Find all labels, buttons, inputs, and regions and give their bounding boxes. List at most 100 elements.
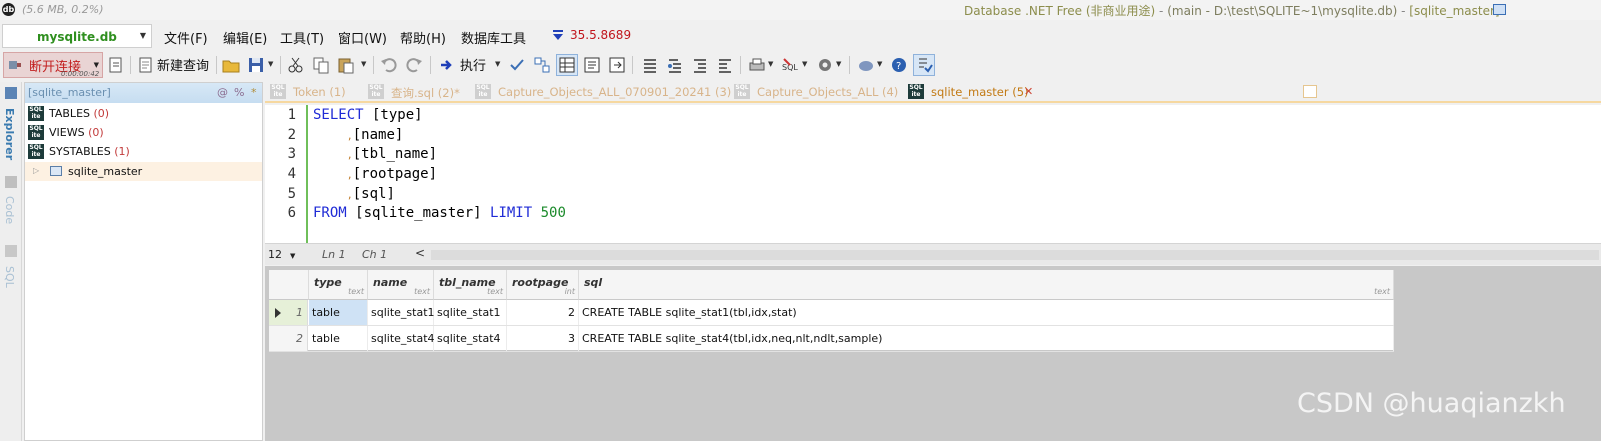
sql-tools-icon[interactable]: SQL [780, 55, 800, 75]
column-header-type[interactable]: type text [309, 270, 368, 300]
cell-name[interactable]: sqlite_stat1 [368, 300, 435, 325]
tab-capture-objects-all[interactable]: SQL ite Capture_Objects_ALL (4) [734, 84, 904, 103]
tab-code[interactable]: Code [3, 196, 16, 224]
cell-rootpage[interactable]: 3 [507, 326, 579, 351]
row-header-corner [269, 270, 309, 300]
save-icon[interactable] [246, 55, 266, 75]
tree-item-tables[interactable]: SQL ite TABLES (0) [25, 104, 262, 123]
list-icon[interactable] [640, 55, 660, 75]
app-logo-icon: db [2, 3, 15, 16]
table-row[interactable]: 2 table sqlite_stat4 sqlite_stat4 3 CREA… [269, 326, 1394, 352]
menu-db-tools[interactable]: 数据库工具 [461, 28, 526, 47]
tab-capture-objects-all-070901[interactable]: SQL ite Capture_Objects_ALL_070901_20241 … [475, 84, 731, 103]
column-header-rootpage[interactable]: rootpage int [507, 270, 579, 300]
chevron-down-icon[interactable]: ▼ [495, 60, 500, 68]
check-syntax-icon[interactable] [507, 55, 527, 75]
cloud-icon[interactable] [856, 55, 876, 75]
execute-arrow-icon[interactable] [437, 55, 457, 75]
column-header-name[interactable]: name text [368, 270, 434, 300]
cell-type[interactable]: table [309, 326, 368, 351]
tree-item-views[interactable]: SQL ite VIEWS (0) [25, 123, 262, 142]
help-icon[interactable]: ? [889, 55, 909, 75]
scroll-left-icon[interactable]: < [415, 246, 425, 260]
horizontal-scrollbar[interactable] [431, 250, 1599, 260]
column-type: text [348, 287, 364, 296]
sql-file-icon: SQL ite [270, 84, 286, 99]
tab-explorer[interactable]: Explorer [3, 108, 16, 160]
indent-icon[interactable] [690, 55, 710, 75]
code-line: FROM [sqlite_master] LIMIT 500 [313, 205, 566, 221]
export-icon[interactable] [607, 55, 627, 75]
chevron-down-icon[interactable]: ▼ [802, 60, 807, 68]
chevron-down-icon[interactable]: ▼ [877, 60, 882, 68]
chevron-down-icon: ▼ [139, 31, 146, 40]
execute-button[interactable]: 执行 [460, 55, 486, 74]
cell-tbl-name[interactable]: sqlite_stat4 [434, 326, 507, 351]
tab-sqlite-master[interactable]: SQL ite sqlite_master (5) ✕ [908, 84, 1034, 103]
version-label[interactable]: 35.5.8689 [570, 28, 631, 42]
font-size-select[interactable]: 12 ▼ [268, 248, 295, 261]
auto-complete-icon[interactable] [913, 54, 935, 76]
column-type: text [414, 287, 430, 296]
menu-help[interactable]: 帮助(H) [400, 28, 446, 47]
explain-plan-icon[interactable] [532, 55, 552, 75]
tree-item-sqlite-master[interactable]: ▷ sqlite_master [25, 162, 262, 181]
undo-icon[interactable] [379, 55, 399, 75]
chevron-down-icon[interactable]: ▼ [768, 60, 773, 68]
chevron-down-icon[interactable]: ▼ [268, 60, 273, 68]
comment-icon[interactable] [665, 55, 685, 75]
sqlite-icon: SQL ite [28, 144, 44, 159]
redo-icon[interactable] [404, 55, 424, 75]
column-header-sql[interactable]: sql text [579, 270, 1394, 300]
window-restore-icon[interactable] [1493, 4, 1506, 15]
cell-name[interactable]: sqlite_stat4 [368, 326, 435, 351]
tree-item-systables[interactable]: SQL ite SYSTABLES (1) [25, 142, 262, 161]
column-name: type [314, 276, 342, 289]
new-query-icon[interactable] [136, 55, 156, 75]
new-query-button[interactable]: 新建查询 [157, 55, 209, 74]
chevron-down-icon[interactable]: ▼ [94, 61, 99, 69]
filter-percent-button[interactable]: % [234, 86, 244, 99]
cell-rootpage[interactable]: 2 [507, 300, 579, 325]
title-separator: - [1155, 4, 1168, 18]
chevron-down-icon[interactable]: ▼ [361, 60, 366, 68]
tab-query-sql[interactable]: SQL ite 查询.sql (2)* [368, 84, 468, 103]
chevron-down-icon[interactable]: ▼ [836, 60, 841, 68]
cell-type[interactable]: table [309, 300, 368, 325]
filter-star-button[interactable]: * [251, 86, 257, 99]
column-type: text [487, 287, 503, 296]
refresh-icon[interactable] [106, 55, 126, 75]
row-header[interactable]: 1 [269, 300, 308, 325]
row-header[interactable]: 2 [269, 326, 308, 351]
paste-icon[interactable] [336, 55, 356, 75]
outdent-icon[interactable] [715, 55, 735, 75]
grid-view-icon[interactable] [556, 54, 578, 76]
table-row[interactable]: 1 table sqlite_stat1 sqlite_stat1 2 CREA… [269, 300, 1394, 326]
cell-sql[interactable]: CREATE TABLE sqlite_stat1(tbl,idx,stat) [579, 300, 1394, 325]
menu-tools[interactable]: 工具(T) [280, 28, 324, 47]
copy-icon[interactable] [311, 55, 331, 75]
menu-file[interactable]: 文件(F) [164, 28, 208, 47]
table-icon [50, 166, 62, 176]
new-tab-button[interactable] [1303, 85, 1317, 98]
cut-icon[interactable] [286, 55, 306, 75]
open-folder-icon[interactable] [221, 55, 241, 75]
download-arrow-icon[interactable] [552, 29, 564, 41]
disconnect-button[interactable]: 断开连接 0:00:00:42 ▼ [3, 52, 103, 78]
menu-window[interactable]: 窗口(W) [338, 28, 387, 47]
menu-edit[interactable]: 编辑(E) [223, 28, 267, 47]
database-select[interactable]: mysqlite.db ▼ [2, 24, 152, 48]
print-icon[interactable] [747, 55, 767, 75]
gear-icon[interactable] [815, 55, 835, 75]
cell-tbl-name[interactable]: sqlite_stat1 [434, 300, 507, 325]
sql-editor[interactable]: 1 2 3 4 5 6 SELECT [type] ,[name] ,[tbl_… [265, 105, 1601, 243]
tab-sql[interactable]: SQL [3, 266, 16, 288]
column-header-tbl-name[interactable]: tbl_name text [434, 270, 507, 300]
cell-sql[interactable]: CREATE TABLE sqlite_stat4(tbl,idx,neq,nl… [579, 326, 1394, 351]
close-icon[interactable]: ✕ [1024, 85, 1033, 98]
tab-token[interactable]: SQL ite Token (1) [270, 84, 360, 103]
filter-at-button[interactable]: @ [217, 86, 228, 99]
text-view-icon[interactable] [582, 55, 602, 75]
expand-icon[interactable]: ▷ [33, 166, 39, 175]
memory-usage: (5.6 MB, 0.2%) [22, 3, 104, 16]
